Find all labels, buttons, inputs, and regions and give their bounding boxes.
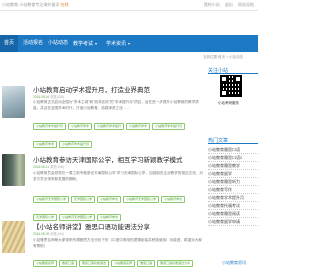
qr-finder — [221, 90, 227, 96]
article-tags: 小站雅思名师 雅思口语 雅思口语功能语法 小站雅思名师 雅思口语 雅思口语功能语法分享 — [33, 251, 205, 269]
tag[interactable]: 小站教育学术提升月 — [59, 140, 93, 148]
tag[interactable]: 雅思口语功能语法分享 — [157, 259, 194, 267]
article-thumbnail[interactable] — [2, 221, 25, 253]
nav-label: 首页 — [3, 40, 14, 46]
tag[interactable]: 小站教育学术 — [68, 122, 93, 130]
tag[interactable]: 小站教育参访 — [161, 195, 186, 203]
nav-item-teaching[interactable]: 教学考试 ▾ — [73, 35, 97, 52]
nav-label: 学术资讯 — [106, 41, 127, 47]
nav-label: 教学考试 — [73, 41, 94, 47]
nav-label: 小站动态 — [48, 40, 69, 46]
divider — [208, 143, 258, 144]
hot-item[interactable]: 小站教育雅思口语2 — [208, 154, 258, 162]
hot-list: 小站教育雅思口语 小站教育雅思口语2 小站教育雅思教学 小站教育留学 小站教育雅… — [208, 146, 258, 226]
article-thumbnail[interactable] — [2, 154, 25, 186]
tag[interactable]: 小站教育参访 — [97, 195, 122, 203]
tag[interactable]: 小站教育学术 — [33, 140, 58, 148]
logout-link[interactable]: 退出 — [225, 2, 233, 7]
hot-item[interactable]: 小站教育雅思听力 — [208, 178, 258, 186]
article-title[interactable]: 小站教育参访天津国际公学，相互学习新颖教学模式 — [33, 154, 183, 164]
article-thumbnail[interactable] — [2, 86, 25, 118]
nav-item-academic[interactable]: 学术资讯 ▾ — [106, 35, 130, 52]
tag[interactable]: 小站雅思名师 — [33, 259, 58, 267]
tag[interactable]: 小站教育学术提升 — [94, 122, 125, 130]
hot-item[interactable]: 小站教育留学申请 — [208, 218, 258, 226]
tag[interactable]: 小站教育学术提升月 — [33, 122, 67, 130]
hot-item[interactable]: 小站教育留学 — [208, 170, 258, 178]
hot-item[interactable]: 小站教育写作 — [208, 186, 258, 194]
tag[interactable]: 小站教育学术提升月 — [152, 122, 186, 130]
tag[interactable]: 小站教育学术 — [126, 122, 151, 130]
footer-link[interactable]: 小站教育资讯 — [222, 260, 246, 266]
article-views: 浏览(198) — [49, 165, 64, 169]
user-links: 我的小站 退出 网站导航 — [200, 2, 254, 8]
qr-finder — [221, 76, 227, 82]
nav-item-news[interactable]: 小站动态 — [48, 35, 68, 52]
article-date: 2016-08-11 — [33, 165, 50, 169]
hot-item[interactable]: 小站教育学术提升月 — [208, 194, 258, 202]
tag[interactable]: 雅思口语 — [137, 259, 156, 267]
divider — [208, 73, 258, 74]
site-nav-link[interactable]: 网站导航 — [238, 2, 254, 7]
article-meta: 2016-08-11 浏览(198) — [33, 164, 64, 169]
main-nav: 首页 活动报名 小站动态 教学考试 ▾ 学术资讯 ▾ — [0, 35, 258, 52]
article-summary: 小站雅思名师杨大家带来所谓雅思方法分析下的（口语中常用的逻辑衔接并积极使用）功能… — [33, 238, 202, 248]
nav-label: 活动报名 — [23, 40, 44, 46]
tag[interactable]: 小站雅思名师 — [111, 259, 136, 267]
article-views: 浏览(164) — [50, 232, 65, 236]
top-bar: 小站教育-小站教育专注海外留学 在线 我的小站 退出 网站导航 — [0, 0, 258, 11]
tag[interactable]: 雅思口语功能语法 — [79, 259, 110, 267]
qr-finder — [235, 76, 241, 82]
article-title[interactable]: 小站教育启动学术提升月，打造业界典范 — [33, 84, 150, 94]
tagline-text: 小站教育-小站教育专注海外留学 — [2, 2, 60, 7]
my-account-link[interactable]: 我的小站 — [204, 2, 220, 7]
article-card: 【小站名师讲堂】雅思口语功能语法分享 2016-08-09 浏览(164) 小站… — [0, 217, 206, 269]
article-summary: 小站教育正式启动全国为"学术之城"和"西鸿名校"的"学术提升月"项目，旨在进一步… — [33, 100, 199, 110]
article-summary: 小站教育员会领导在一周之前专程参访天津国际公学 学习天津国际公学，加强相关企业教… — [33, 171, 203, 181]
tag[interactable]: 小站教育天津国际公学 — [123, 195, 160, 203]
article-tags: 小站教育学术提升月 小站教育学术 小站教育学术提升 小站教育学术 小站教育学术提升月小站… — [33, 114, 205, 150]
article-card: 小站教育启动学术提升月，打造业界典范 2016-08-16 浏览(236) 小站… — [0, 84, 206, 148]
hot-item[interactable]: 小站教育托福考试 — [208, 202, 258, 210]
chevron-down-icon: ▾ — [95, 41, 98, 46]
article-title[interactable]: 【小站名师讲堂】雅思口语功能语法分享 — [33, 221, 150, 231]
breadcrumb: 当前位置:首页 > 小站动态 — [203, 55, 243, 59]
hot-item[interactable]: 小站教育雅思阅读 — [208, 210, 258, 218]
tagline-highlight: 在线 — [60, 2, 69, 7]
article-card: 小站教育参访天津国际公学，相互学习新颖教学模式 2016-08-11 浏览(19… — [0, 154, 206, 221]
chevron-down-icon: ▾ — [128, 41, 131, 46]
qr-code-icon — [220, 75, 242, 97]
hot-item[interactable]: 小站教育雅思教学 — [208, 162, 258, 170]
tag[interactable]: 雅思口语 — [59, 259, 78, 267]
site-tagline: 小站教育-小站教育专注海外留学 在线 — [2, 2, 68, 8]
nav-item-events[interactable]: 活动报名 — [23, 35, 43, 52]
nav-item-home[interactable]: 首页 — [0, 35, 18, 52]
hot-item[interactable]: 小站教育雅思口语 — [208, 146, 258, 154]
tag[interactable]: 小站教育天津国际公学 — [33, 195, 70, 203]
article-meta: 2016-08-09 浏览(164) — [33, 231, 64, 236]
qr-caption: 小站考研服务 — [218, 101, 239, 105]
article-date: 2016-08-09 — [33, 232, 50, 236]
tag[interactable]: 天津国际公学 — [71, 195, 96, 203]
